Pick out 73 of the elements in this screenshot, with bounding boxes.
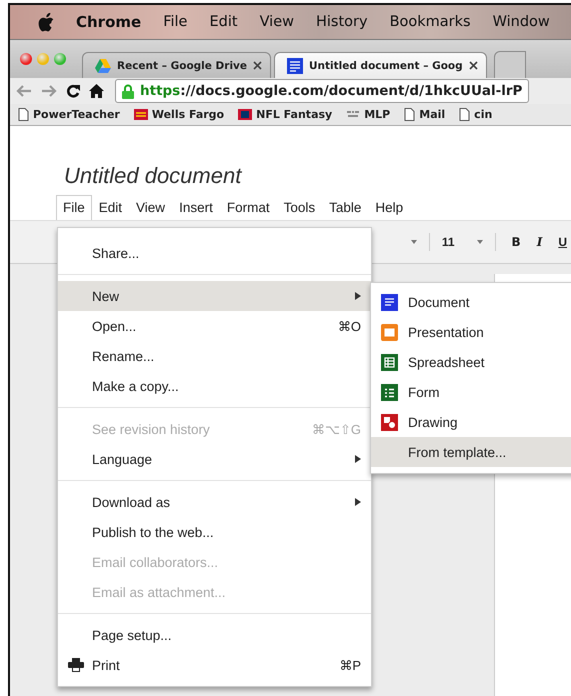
document-title[interactable]: Untitled document xyxy=(64,163,242,189)
font-size-value[interactable]: 11 xyxy=(442,235,455,249)
apple-logo-icon[interactable] xyxy=(38,12,54,32)
close-icon[interactable] xyxy=(253,61,262,70)
bookmark-item[interactable]: Mail xyxy=(404,108,446,121)
bookmark-item[interactable]: PowerTeacher xyxy=(18,108,120,121)
bookmark-item[interactable]: Wells Fargo xyxy=(134,108,224,121)
italic-button[interactable]: I xyxy=(536,235,542,249)
bookmark-item[interactable]: MLP xyxy=(346,108,390,121)
menu-bar-item[interactable]: Chrome xyxy=(76,13,142,31)
page-icon xyxy=(18,108,29,121)
drive-logo-icon xyxy=(95,58,111,72)
menu-bar-item[interactable]: Window xyxy=(492,14,550,30)
submenu-option[interactable]: Document xyxy=(371,287,571,317)
menu-item[interactable]: Table xyxy=(322,195,368,220)
browser-tab[interactable]: Recent – Google Drive xyxy=(82,52,272,78)
menu-option[interactable]: Share... xyxy=(58,238,371,268)
menu-item[interactable]: Edit xyxy=(92,195,130,220)
bank-logo-icon xyxy=(134,108,148,121)
menu-option[interactable]: Print ⌘P xyxy=(58,650,371,680)
menu-option[interactable]: Make a copy... xyxy=(58,371,371,401)
new-tab-button[interactable] xyxy=(494,51,526,78)
printer-icon xyxy=(68,658,84,672)
menu-item[interactable]: Tools xyxy=(276,195,322,220)
menu-option[interactable]: New xyxy=(58,281,371,311)
reload-icon[interactable] xyxy=(66,84,80,98)
dropdown-arrow-icon[interactable] xyxy=(476,240,483,244)
menu-option[interactable]: Rename... xyxy=(58,341,371,371)
padlock-icon xyxy=(122,84,134,98)
submenu-option[interactable]: Drawing xyxy=(371,407,571,437)
menu-option[interactable]: Page setup... xyxy=(58,620,371,650)
menu-item[interactable]: Help xyxy=(368,195,410,220)
page-icon xyxy=(459,108,470,121)
home-icon[interactable] xyxy=(89,84,104,98)
menu-option[interactable]: Download as xyxy=(58,487,371,517)
menu-item[interactable]: Format xyxy=(220,195,277,220)
document-icon xyxy=(287,58,304,74)
tab-title: Recent – Google Drive xyxy=(117,60,248,72)
back-arrow-icon[interactable] xyxy=(16,85,32,97)
window-close-button[interactable] xyxy=(20,53,32,65)
drawing-icon xyxy=(381,414,398,430)
menu-option[interactable]: Publish to the web... xyxy=(58,517,371,547)
football-logo-icon xyxy=(238,108,252,121)
bookmark-item[interactable]: cin xyxy=(459,108,492,121)
bold-button[interactable]: B xyxy=(512,235,521,249)
forward-arrow-icon[interactable] xyxy=(41,85,57,97)
menu-bar-item[interactable]: Bookmarks xyxy=(390,14,471,30)
spreadsheet-icon xyxy=(381,354,398,370)
page-icon xyxy=(404,108,416,121)
submenu-option[interactable]: Form xyxy=(371,377,571,407)
menu-bar-item[interactable]: View xyxy=(260,14,294,30)
dropdown-arrow-icon[interactable] xyxy=(410,240,417,244)
menu-option[interactable]: Language xyxy=(58,444,371,474)
menu-option[interactable]: Open... ⌘O xyxy=(58,311,371,341)
address-bar[interactable]: https://docs.google.com/document/d/1hkcUUal-lrP xyxy=(115,79,530,103)
close-icon[interactable] xyxy=(468,61,478,70)
presentation-icon xyxy=(381,324,398,340)
submenu-option[interactable]: Presentation xyxy=(371,317,571,347)
tab-title: Untitled document – Goog xyxy=(309,60,463,72)
menu-item[interactable]: Insert xyxy=(172,195,220,220)
submenu-option[interactable]: From template... xyxy=(371,437,571,467)
url-text: https://docs.google.com/document/d/1hkcUUal-lrP xyxy=(140,83,522,99)
browser-tab[interactable]: Untitled document – Goog xyxy=(274,52,487,78)
menu-bar-item[interactable]: File xyxy=(163,14,188,30)
menu-bar-item[interactable]: History xyxy=(316,14,368,30)
bookmark-item[interactable]: NFL Fantasy xyxy=(238,108,332,121)
submenu-option[interactable]: Spreadsheet xyxy=(371,347,571,377)
menu-item[interactable]: View xyxy=(129,195,172,220)
underline-button[interactable]: U xyxy=(558,235,567,249)
menu-bar-item[interactable]: Edit xyxy=(209,14,238,30)
menu-item[interactable]: File xyxy=(56,195,92,220)
form-icon xyxy=(381,384,398,400)
document-icon xyxy=(381,294,398,310)
